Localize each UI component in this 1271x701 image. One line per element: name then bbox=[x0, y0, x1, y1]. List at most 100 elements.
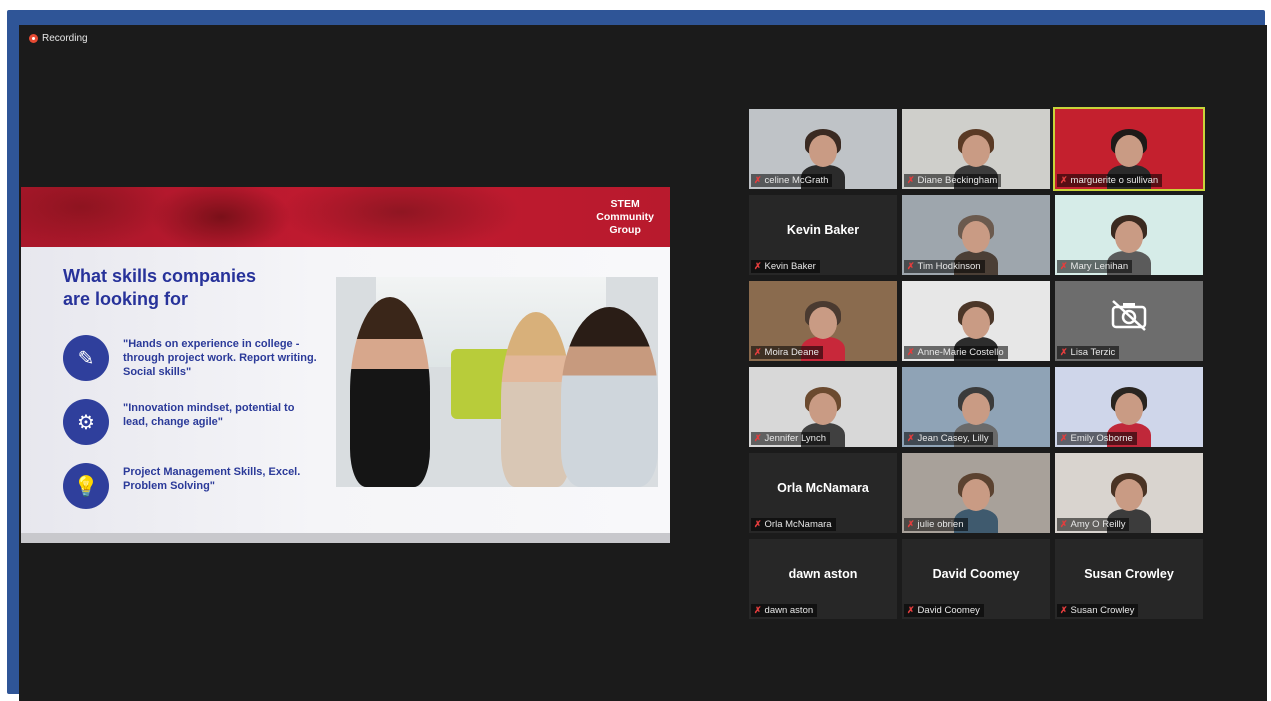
mic-muted-icon: ✗ bbox=[754, 347, 762, 357]
participant-tile[interactable]: ✗ marguerite o sullivan bbox=[1053, 107, 1205, 191]
mic-muted-icon: ✗ bbox=[1060, 261, 1068, 271]
participant-name: Mary Lenihan bbox=[1070, 261, 1129, 272]
participant-tile[interactable]: ✗ Mary Lenihan bbox=[1055, 195, 1203, 275]
participant-name: Susan Crowley bbox=[1070, 605, 1135, 616]
participant-label: ✗ celine McGrath bbox=[751, 174, 833, 187]
mic-muted-icon: ✗ bbox=[1060, 347, 1068, 357]
participant-name: Anne-Marie Costello bbox=[917, 347, 1004, 358]
participant-head bbox=[809, 393, 837, 425]
participant-label: ✗ Emily Osborne bbox=[1057, 432, 1137, 445]
mic-muted-icon: ✗ bbox=[754, 605, 762, 615]
mic-muted-icon: ✗ bbox=[1060, 605, 1068, 615]
slide-point-text: "Innovation mindset, potential to lead, … bbox=[123, 402, 295, 428]
slide-point-text: "Hands on experience in college - throug… bbox=[123, 338, 317, 378]
participant-label: ✗ dawn aston bbox=[751, 604, 818, 617]
recording-indicator[interactable]: Recording bbox=[29, 33, 88, 44]
participant-label: ✗ marguerite o sullivan bbox=[1057, 174, 1163, 187]
recording-label: Recording bbox=[42, 33, 88, 44]
participant-label: ✗ Amy O Reilly bbox=[1057, 518, 1130, 531]
window-frame: Recording STEM Community Group What skil… bbox=[7, 10, 1267, 701]
participant-head bbox=[1115, 135, 1143, 167]
participant-tile[interactable]: dawn aston ✗ dawn aston bbox=[749, 539, 897, 619]
mic-muted-icon: ✗ bbox=[754, 261, 762, 271]
mic-muted-icon: ✗ bbox=[1060, 175, 1068, 185]
participant-tile[interactable]: David Coomey ✗ David Coomey bbox=[902, 539, 1050, 619]
participant-tile[interactable]: ✗ Emily Osborne bbox=[1055, 367, 1203, 447]
participant-tile[interactable]: ✗ celine McGrath bbox=[749, 109, 897, 189]
participant-head bbox=[962, 307, 990, 339]
participant-head bbox=[1115, 393, 1143, 425]
participant-name: Jennifer Lynch bbox=[764, 433, 826, 444]
slide-brand-line: Community bbox=[596, 211, 654, 223]
mic-muted-icon: ✗ bbox=[1060, 433, 1068, 443]
slide-photo bbox=[336, 277, 658, 487]
participant-head bbox=[962, 393, 990, 425]
slide-brand: STEM Community Group bbox=[596, 198, 654, 237]
slide-banner: STEM Community Group bbox=[21, 187, 670, 247]
slide-title: What skills companies are looking for bbox=[63, 265, 303, 311]
participant-name: marguerite o sullivan bbox=[1070, 175, 1159, 186]
participant-label: ✗ Lisa Terzic bbox=[1057, 346, 1120, 359]
slide-brand-line: Group bbox=[609, 224, 641, 236]
participant-head bbox=[962, 135, 990, 167]
photo-person bbox=[350, 297, 430, 487]
participant-tile[interactable]: ✗ Jean Casey, Lilly bbox=[902, 367, 1050, 447]
participant-tile[interactable]: Orla McNamara ✗ Orla McNamara bbox=[749, 453, 897, 533]
slide-title-line: What skills companies bbox=[63, 266, 257, 286]
participant-label: ✗ Kevin Baker bbox=[751, 260, 820, 273]
participant-tile[interactable]: Susan Crowley ✗ Susan Crowley bbox=[1055, 539, 1203, 619]
participant-head bbox=[1115, 221, 1143, 253]
participant-name-display: Orla McNamara bbox=[777, 481, 869, 495]
participant-label: ✗ Tim Hodkinson bbox=[904, 260, 985, 273]
mic-muted-icon: ✗ bbox=[907, 433, 915, 443]
participant-head bbox=[1115, 479, 1143, 511]
mic-muted-icon: ✗ bbox=[754, 519, 762, 529]
camera-off-icon bbox=[1111, 300, 1147, 331]
participant-label: ✗ Anne-Marie Costello bbox=[904, 346, 1008, 359]
participant-label: ✗ Diane Beckingham bbox=[904, 174, 1002, 187]
participant-tile[interactable]: ✗ Moira Deane bbox=[749, 281, 897, 361]
participant-tile[interactable]: ✗ Tim Hodkinson bbox=[902, 195, 1050, 275]
slide-point-text: Project Management Skills, Excel. Proble… bbox=[123, 466, 301, 492]
participant-tile[interactable]: ✗ Amy O Reilly bbox=[1055, 453, 1203, 533]
meeting-screen: Recording STEM Community Group What skil… bbox=[19, 25, 1267, 701]
participant-name: Jean Casey, Lilly bbox=[917, 433, 989, 444]
slide-point: 💡 Project Management Skills, Excel. Prob… bbox=[63, 463, 318, 509]
participant-tile[interactable]: ✗ Anne-Marie Costello bbox=[902, 281, 1050, 361]
record-icon bbox=[29, 34, 38, 43]
mic-muted-icon: ✗ bbox=[907, 347, 915, 357]
slide-point: ✎ "Hands on experience in college - thro… bbox=[63, 335, 318, 381]
participant-name: Amy O Reilly bbox=[1070, 519, 1126, 530]
slide-footer bbox=[21, 533, 670, 543]
participant-tile[interactable]: ✗ Jennifer Lynch bbox=[749, 367, 897, 447]
shared-slide: STEM Community Group What skills compani… bbox=[21, 187, 670, 543]
participant-label: ✗ Mary Lenihan bbox=[1057, 260, 1133, 273]
participant-head bbox=[962, 221, 990, 253]
slide-brand-line: STEM bbox=[610, 198, 640, 210]
participant-tile[interactable]: Kevin Baker ✗ Kevin Baker bbox=[749, 195, 897, 275]
mic-muted-icon: ✗ bbox=[754, 433, 762, 443]
mic-muted-icon: ✗ bbox=[1060, 519, 1068, 529]
photo-person bbox=[561, 307, 658, 487]
participant-head bbox=[962, 479, 990, 511]
slide-title-line: are looking for bbox=[63, 289, 189, 309]
participant-label: ✗ David Coomey bbox=[904, 604, 984, 617]
mic-muted-icon: ✗ bbox=[907, 261, 915, 271]
participant-label: ✗ Jean Casey, Lilly bbox=[904, 432, 993, 445]
participant-name: Moira Deane bbox=[764, 347, 819, 358]
participant-name: dawn aston bbox=[764, 605, 814, 616]
participant-name: Orla McNamara bbox=[764, 519, 832, 530]
participant-head bbox=[809, 135, 837, 167]
participant-label: ✗ Susan Crowley bbox=[1057, 604, 1139, 617]
participant-name-display: David Coomey bbox=[932, 567, 1020, 581]
participant-tile[interactable]: ✗ Lisa Terzic bbox=[1055, 281, 1203, 361]
participant-name: Lisa Terzic bbox=[1070, 347, 1116, 358]
lightbulb-icon: 💡 bbox=[63, 463, 109, 509]
participant-name: Emily Osborne bbox=[1070, 433, 1133, 444]
participant-label: ✗ Orla McNamara bbox=[751, 518, 836, 531]
participant-label: ✗ Moira Deane bbox=[751, 346, 823, 359]
participant-tile[interactable]: ✗ Diane Beckingham bbox=[902, 109, 1050, 189]
slide-point: ⚙ "Innovation mindset, potential to lead… bbox=[63, 399, 318, 445]
participant-name: julie obrien bbox=[917, 519, 964, 530]
participant-tile[interactable]: ✗ julie obrien bbox=[902, 453, 1050, 533]
